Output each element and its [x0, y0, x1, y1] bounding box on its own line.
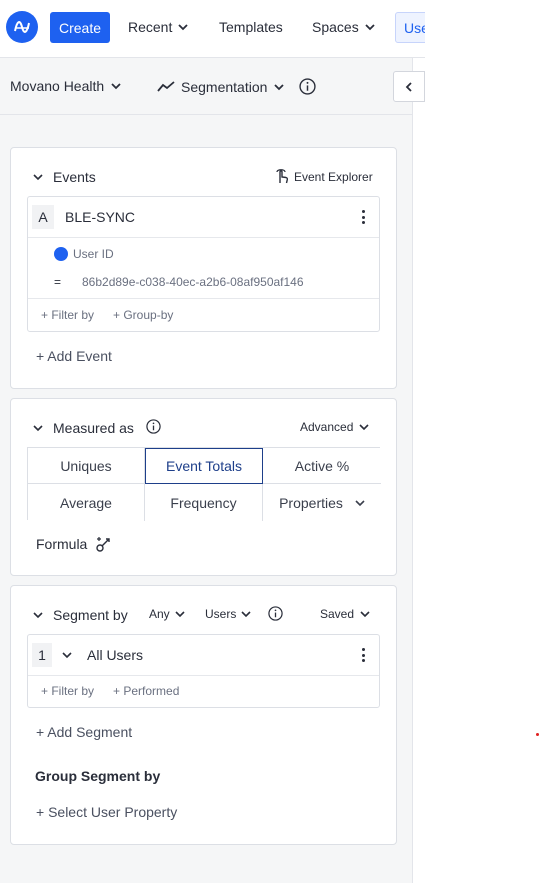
operator[interactable]: = [54, 275, 61, 289]
event-name[interactable]: BLE-SYNC [65, 209, 135, 225]
any-label: Any [149, 607, 170, 621]
spaces-menu[interactable]: Spaces [312, 19, 376, 35]
property-filter[interactable]: User ID [54, 247, 114, 261]
chart-type-label: Segmentation [181, 78, 268, 95]
chevron-left-icon [405, 81, 412, 92]
chevron-down-icon [111, 83, 121, 90]
property-value[interactable]: 86b2d89e-c038-40ec-a2b6-08af950af146 [82, 275, 304, 289]
saved-dropdown[interactable]: Saved [320, 607, 370, 621]
project-selector[interactable]: Movano Health [10, 78, 122, 94]
users-label: Users [205, 607, 237, 621]
chevron-down-icon[interactable] [62, 650, 72, 660]
property-label: User ID [73, 247, 114, 261]
group-segment-title: Group Segment by [35, 768, 161, 784]
chart-controls-panel: Movano Health Segmentation Events Event … [0, 58, 413, 883]
chevron-down-icon [359, 424, 369, 431]
event-letter-badge: A [32, 205, 54, 229]
measured-as-card: Measured as Advanced Uniques Event Total… [10, 398, 397, 576]
recent-menu[interactable]: Recent [128, 19, 189, 35]
properties-label: Properties [279, 494, 343, 511]
info-icon[interactable] [268, 606, 283, 621]
option-active-percent[interactable]: Active % [263, 448, 381, 484]
segment-card: Segment by Any Users Saved 1 All Users +… [10, 585, 397, 845]
divider [28, 298, 379, 299]
events-card: Events Event Explorer A BLE-SYNC User ID… [10, 147, 397, 389]
segment-number-badge: 1 [32, 643, 52, 667]
advanced-dropdown[interactable]: Advanced [300, 420, 369, 434]
panel-subheader: Movano Health Segmentation [0, 58, 413, 115]
users-button[interactable]: Users [395, 12, 425, 43]
advanced-label: Advanced [300, 420, 354, 434]
chevron-down-icon [33, 612, 43, 619]
measure-options-grid: Uniques Event Totals Active % Average Fr… [27, 447, 381, 521]
chevron-down-icon [355, 499, 365, 506]
amplitude-logo-icon[interactable] [6, 11, 38, 43]
info-icon[interactable] [299, 78, 317, 95]
any-dropdown[interactable]: Any [149, 607, 185, 621]
create-button[interactable]: Create [50, 12, 110, 43]
saved-label: Saved [320, 607, 355, 621]
formula-toggle[interactable]: Formula [36, 535, 113, 553]
option-uniques[interactable]: Uniques [28, 448, 145, 484]
templates-menu[interactable]: Templates [219, 19, 283, 35]
segment-name[interactable]: All Users [87, 647, 143, 663]
project-label: Movano Health [10, 78, 105, 94]
line-chart-icon [157, 80, 175, 92]
segment-more-icon[interactable] [361, 648, 365, 662]
segment-filter-link[interactable]: + Filter by [41, 684, 94, 698]
chevron-down-icon [365, 24, 375, 31]
users-dropdown[interactable]: Users [205, 607, 251, 621]
pointer-hand-icon [276, 169, 289, 184]
chevron-down-icon [33, 174, 43, 181]
performed-link[interactable]: + Performed [113, 684, 179, 698]
cursor-marker [536, 733, 539, 736]
event-explorer-label: Event Explorer [294, 169, 373, 184]
top-nav-bar: Create Recent Templates Spaces Users [0, 0, 425, 58]
events-title: Events [53, 169, 96, 185]
chevron-down-icon [360, 611, 370, 618]
spaces-label: Spaces [312, 19, 359, 35]
formula-label: Formula [36, 536, 88, 552]
event-explorer-link[interactable]: Event Explorer [275, 169, 373, 184]
event-more-icon[interactable] [361, 210, 365, 224]
segment-block: 1 All Users + Filter by + Performed [27, 634, 380, 708]
divider [28, 675, 379, 676]
collapse-panel-button[interactable] [393, 71, 425, 102]
amplitude-property-icon [54, 247, 68, 261]
measured-header[interactable]: Measured as [33, 420, 134, 436]
chevron-down-icon [274, 83, 285, 90]
events-header[interactable]: Events [33, 169, 96, 185]
option-properties[interactable]: Properties [263, 484, 381, 521]
measured-title: Measured as [53, 420, 134, 436]
event-block: A BLE-SYNC User ID = 86b2d89e-c038-40ec-… [27, 196, 380, 332]
filter-by-link[interactable]: + Filter by [41, 308, 94, 322]
chevron-down-icon [175, 611, 185, 618]
segment-title: Segment by [53, 607, 128, 623]
chevron-down-icon [241, 611, 251, 618]
add-event-link[interactable]: + Add Event [36, 348, 112, 364]
chevron-down-icon [33, 425, 43, 432]
recent-label: Recent [128, 19, 173, 35]
option-average[interactable]: Average [28, 484, 145, 521]
templates-label: Templates [219, 19, 283, 35]
divider [28, 237, 379, 238]
add-segment-link[interactable]: + Add Segment [36, 724, 132, 740]
formula-sparkle-icon [96, 537, 111, 552]
group-by-link[interactable]: + Group-by [113, 308, 173, 322]
chart-type-selector[interactable]: Segmentation [157, 78, 317, 95]
option-frequency[interactable]: Frequency [145, 484, 263, 521]
segment-header[interactable]: Segment by [33, 607, 128, 623]
chevron-down-icon [178, 24, 188, 31]
option-event-totals[interactable]: Event Totals [145, 448, 263, 484]
info-icon[interactable] [146, 419, 161, 434]
select-user-property-link[interactable]: + Select User Property [36, 804, 177, 820]
